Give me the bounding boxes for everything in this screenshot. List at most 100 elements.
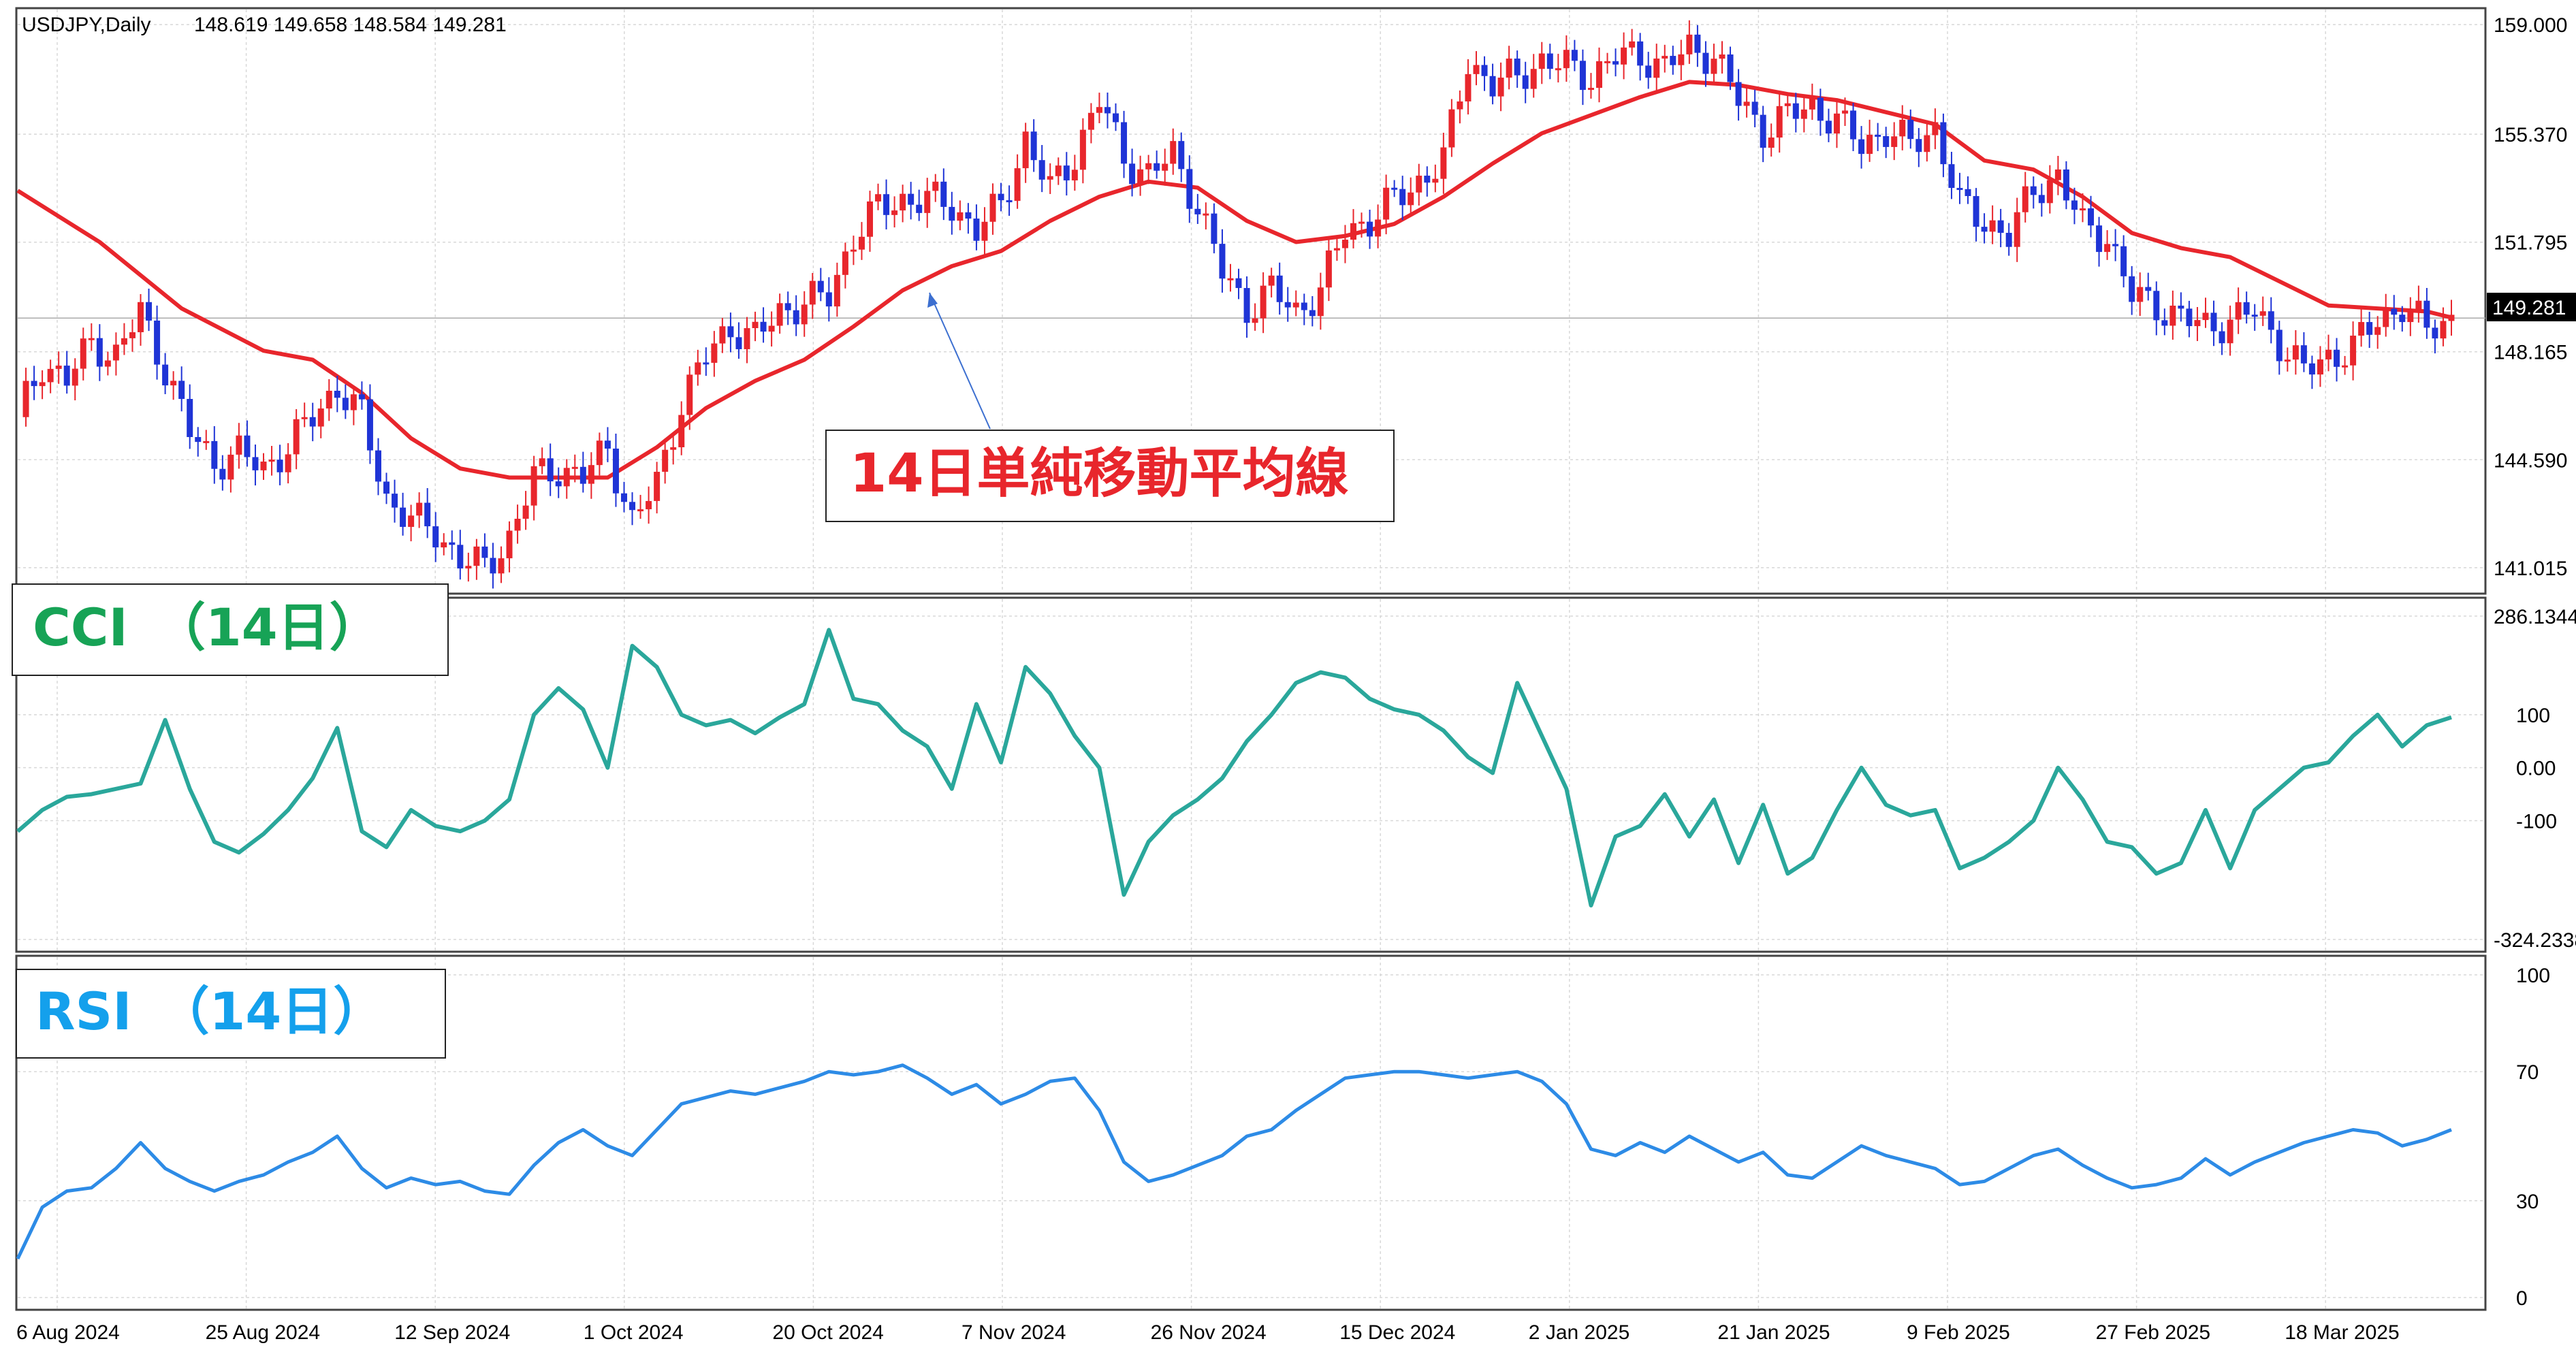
candle <box>1416 163 1422 206</box>
price-y-tick-label: 155.370 <box>2494 124 2567 146</box>
candle <box>416 492 423 528</box>
candle-body <box>441 542 447 548</box>
candle-body <box>2038 195 2045 204</box>
candle-body <box>2112 244 2119 246</box>
candle <box>2005 223 2012 256</box>
candle-body <box>833 274 840 307</box>
candle-body <box>2235 302 2242 320</box>
candle-body <box>801 304 808 325</box>
candle <box>465 552 472 582</box>
candle-body <box>1219 244 1226 279</box>
candle-body <box>2374 327 2381 335</box>
candle-body <box>2292 345 2299 360</box>
candle-body <box>1645 65 1652 78</box>
candle-body <box>604 440 611 449</box>
candle-body <box>817 280 824 293</box>
candle <box>129 319 136 352</box>
ma-annotation-arrowhead <box>927 293 938 308</box>
candle-body <box>325 391 332 409</box>
candle-body <box>375 450 381 482</box>
candle-body <box>965 212 972 219</box>
candle <box>1751 89 1758 127</box>
candle-body <box>1481 65 1488 76</box>
candle <box>80 327 86 381</box>
x-tick-label: 27 Feb 2025 <box>2096 1321 2210 1344</box>
candle <box>1637 33 1644 81</box>
candle-body <box>1973 196 1979 227</box>
candle <box>195 427 202 457</box>
candle-body <box>1825 120 1832 134</box>
candle <box>1530 54 1537 98</box>
candle-body <box>2120 246 2127 276</box>
candle <box>1030 119 1037 172</box>
candle <box>2178 292 2184 322</box>
candle-body <box>1129 163 1136 184</box>
candle-body <box>1014 168 1021 202</box>
candle-body <box>1333 248 1340 251</box>
candle <box>1252 303 1258 331</box>
candle-body <box>2407 309 2414 323</box>
candle <box>392 479 398 523</box>
candle <box>891 196 898 228</box>
candle-body <box>457 545 464 569</box>
candle <box>695 349 701 386</box>
candle-body <box>2005 233 2012 247</box>
candle <box>285 442 291 484</box>
candle-body <box>1522 75 1529 89</box>
candle <box>1170 128 1177 175</box>
candle <box>2334 338 2340 382</box>
candle-body <box>1087 112 1094 130</box>
candle <box>940 168 947 221</box>
candle-body <box>1678 54 1685 65</box>
candle-body <box>2423 300 2430 328</box>
candle <box>1506 46 1512 90</box>
rsi-y-tick-label: 70 <box>2516 1061 2539 1084</box>
candle-body <box>949 206 955 221</box>
candle-body <box>342 398 349 411</box>
candle <box>1686 20 1693 64</box>
candle-body <box>1661 56 1668 59</box>
candle <box>1113 103 1119 131</box>
candle <box>735 322 742 359</box>
candle <box>1587 73 1594 99</box>
candle-body <box>2014 212 2020 247</box>
candle <box>1817 88 1824 136</box>
candle <box>1481 56 1488 91</box>
candle-body <box>678 415 685 447</box>
candle-body <box>1595 61 1602 88</box>
candle-body <box>203 440 210 443</box>
candle <box>1924 120 1930 162</box>
candle-body <box>522 505 529 519</box>
candle-body <box>498 558 505 574</box>
candle <box>2202 297 2209 328</box>
candle <box>2153 281 2160 336</box>
candle <box>1883 127 1890 159</box>
candle <box>2030 176 2037 209</box>
candle-body <box>1792 103 1799 119</box>
candle <box>1047 163 1053 194</box>
candle-body <box>358 394 365 400</box>
candle-body <box>309 417 316 427</box>
candle <box>1260 272 1267 334</box>
candle-body <box>1260 285 1267 319</box>
candle-body <box>563 468 570 487</box>
candle-body <box>1555 68 1561 71</box>
candle <box>1292 290 1299 317</box>
candle-body <box>121 338 127 345</box>
rsi-line <box>16 1063 2452 1260</box>
candle <box>203 430 210 450</box>
candle <box>424 487 431 538</box>
candle-body <box>2145 287 2152 291</box>
candle-body <box>711 343 718 363</box>
candle-body <box>2046 180 2053 204</box>
candle <box>1317 272 1324 330</box>
candle-body <box>1989 220 1996 232</box>
candle <box>703 347 710 376</box>
candle-body <box>2317 359 2323 375</box>
candle <box>1735 69 1742 121</box>
x-tick-label: 12 Sep 2024 <box>394 1321 510 1344</box>
candle-body <box>219 468 226 480</box>
ohlc-readout: 148.619 149.658 148.584 149.281 <box>194 14 507 36</box>
candle <box>2383 293 2389 337</box>
candle <box>350 386 357 425</box>
